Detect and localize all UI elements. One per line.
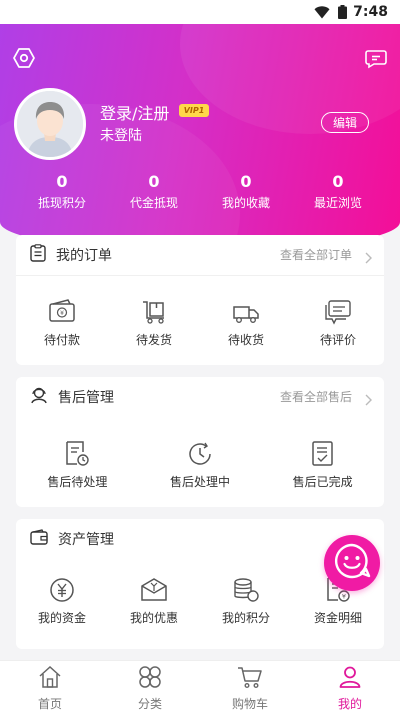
after-sales-completed[interactable]: 售后已完成 [261, 439, 384, 490]
asset-my-coupons[interactable]: 我的优惠 [108, 575, 200, 626]
orders-grid: ¥ 待付款 待发货 待收货 待评价 [16, 297, 384, 348]
stat-value: 0 [240, 172, 252, 191]
asset-my-points[interactable]: 我的积分 [200, 575, 292, 626]
stat-value: 0 [56, 172, 68, 191]
wallet-icon: ¥ [47, 297, 77, 327]
wallet-outline-icon [30, 529, 48, 549]
svg-text:¥: ¥ [342, 593, 346, 601]
user-status: 未登陆 [100, 128, 142, 144]
tab-label: 我的 [337, 697, 362, 710]
cell-label: 待发货 [135, 333, 172, 347]
login-register-link[interactable]: 登录/注册 [100, 100, 169, 124]
home-icon [38, 665, 62, 693]
package-icon [139, 297, 169, 327]
stat-favorites[interactable]: 0 我的收藏 [200, 172, 292, 211]
cell-label: 售后已完成 [292, 475, 353, 489]
bottom-tabbar: 首页 分类 购物车 我的 [0, 660, 400, 710]
view-all-orders-link[interactable]: 查看全部订单 [280, 235, 352, 275]
order-pending-review[interactable]: 待评价 [292, 297, 384, 348]
tab-home[interactable]: 首页 [0, 661, 100, 710]
asset-my-funds[interactable]: 我的资金 [16, 575, 108, 626]
cell-label: 资金明细 [313, 611, 362, 625]
tab-label: 分类 [137, 697, 162, 710]
order-pending-payment[interactable]: ¥ 待付款 [16, 297, 108, 348]
tab-category[interactable]: 分类 [100, 661, 200, 710]
chevron-right-icon [365, 249, 372, 268]
tab-mine[interactable]: 我的 [300, 661, 400, 710]
tab-cart[interactable]: 购物车 [200, 661, 300, 710]
after-sales-processing[interactable]: 售后处理中 [139, 439, 262, 490]
edit-button[interactable]: 编辑 [321, 112, 369, 133]
stat-recent[interactable]: 0 最近浏览 [292, 172, 384, 211]
coupon-icon [139, 575, 169, 605]
assets-card: 资产管理 我的资金 我的优惠 我的积分 ¥ 资金明细 [16, 519, 384, 649]
orders-list-icon [30, 244, 46, 266]
user-icon [338, 665, 362, 693]
stat-points[interactable]: 0 抵现积分 [16, 172, 108, 211]
stat-label: 抵现积分 [37, 196, 86, 210]
order-pending-shipment[interactable]: 待发货 [108, 297, 200, 348]
orders-card: 我的订单 查看全部订单 ¥ 待付款 待发货 待收货 待评价 [16, 235, 384, 365]
stat-label: 我的收藏 [221, 196, 270, 210]
order-pending-receipt[interactable]: 待收货 [200, 297, 292, 348]
truck-icon [231, 297, 261, 327]
status-time: 7:48 [353, 4, 388, 20]
orders-header[interactable]: 我的订单 查看全部订单 [16, 235, 384, 275]
message-icon[interactable] [364, 46, 388, 70]
customer-service-button[interactable] [324, 535, 380, 591]
assets-grid: 我的资金 我的优惠 我的积分 ¥ 资金明细 [16, 575, 384, 626]
stat-value: 0 [332, 172, 344, 191]
stat-label: 最近浏览 [313, 196, 362, 210]
cell-label: 待收货 [227, 333, 264, 347]
stats-row: 0 抵现积分 0 代金抵现 0 我的收藏 0 最近浏览 [16, 172, 384, 211]
after-sales-header[interactable]: 售后管理 查看全部售后 [16, 377, 384, 417]
cell-label: 待付款 [43, 333, 80, 347]
view-all-after-sales-link[interactable]: 查看全部售后 [280, 377, 352, 417]
cell-label: 售后处理中 [170, 475, 231, 489]
cell-label: 我的积分 [221, 611, 270, 625]
cell-label: 我的资金 [37, 611, 86, 625]
comment-icon [323, 297, 353, 327]
divider [16, 275, 384, 276]
stat-label: 代金抵现 [129, 196, 178, 210]
wifi-icon [314, 5, 330, 19]
avatar[interactable] [14, 88, 86, 160]
stat-value: 0 [148, 172, 160, 191]
cart-icon [237, 665, 263, 693]
clock-icon [185, 439, 215, 469]
stat-vouchers[interactable]: 0 代金抵现 [108, 172, 200, 211]
tab-label: 首页 [37, 697, 62, 710]
chevron-right-icon [365, 391, 372, 410]
after-sales-grid: 售后待处理 售后处理中 售后已完成 [16, 439, 384, 490]
category-icon [138, 665, 162, 693]
pending-doc-icon [62, 439, 92, 469]
settings-hexagon-icon[interactable] [12, 46, 36, 70]
cell-label: 售后待处理 [47, 475, 108, 489]
after-sales-pending[interactable]: 售后待处理 [16, 439, 139, 490]
cell-label: 我的优惠 [129, 611, 178, 625]
battery-icon [338, 5, 348, 19]
yuan-coin-icon [47, 575, 77, 605]
service-person-icon [30, 386, 48, 408]
orders-title: 我的订单 [56, 248, 112, 264]
smiley-chat-icon [332, 541, 372, 585]
status-bar: 7:48 [0, 0, 400, 24]
cell-label: 待评价 [319, 333, 356, 347]
after-sales-card: 售后管理 查看全部售后 售后待处理 售后处理中 售后已完成 [16, 377, 384, 507]
points-icon [231, 575, 261, 605]
svg-text:¥: ¥ [60, 310, 64, 317]
assets-title: 资产管理 [58, 532, 114, 548]
vip-badge: VIP1 [179, 104, 209, 117]
tab-label: 购物车 [231, 697, 268, 710]
after-sales-title: 售后管理 [58, 390, 114, 406]
done-doc-icon [308, 439, 338, 469]
